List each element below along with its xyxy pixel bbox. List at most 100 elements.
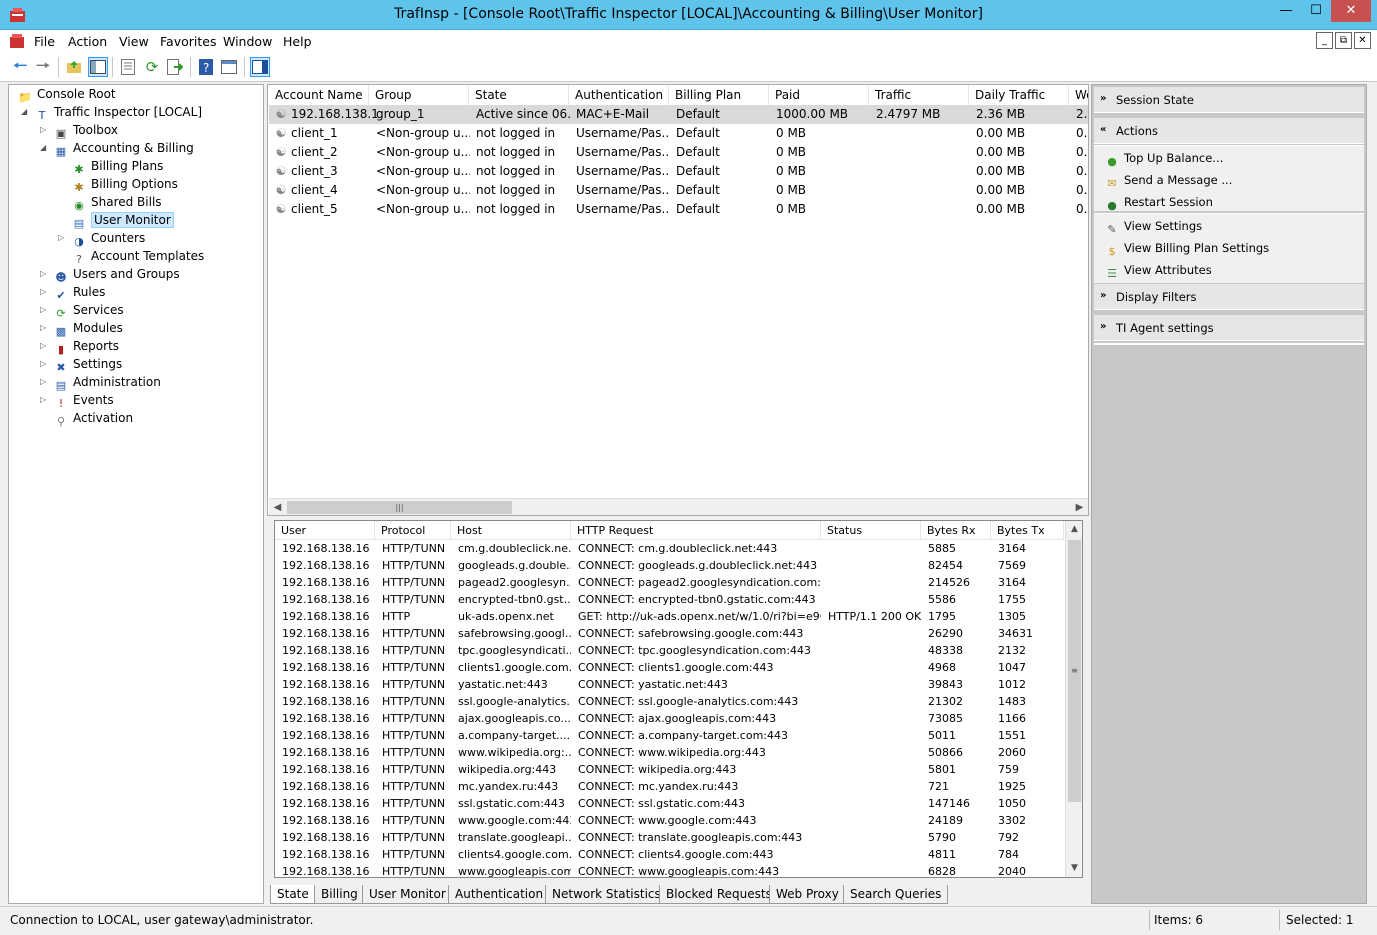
table-row[interactable]: 192.168.138.16 HTTP/TUNN clients1.google.c…	[275, 659, 1065, 676]
tab-state[interactable]: State	[270, 885, 316, 904]
menu-action[interactable]: Action	[68, 34, 107, 49]
table-row[interactable]: 192.168.138.16 HTTP uk-ads.openx.net GET: h…	[275, 608, 1065, 625]
table-row[interactable]: 192.168.138.16 HTTP/TUNN clients4.google.c…	[275, 846, 1065, 863]
expand-arrow-icon[interactable]: ▷	[40, 391, 50, 409]
show-hide-tree-icon[interactable]	[88, 57, 108, 77]
scroll-right-icon[interactable]: ▶	[1071, 499, 1088, 515]
table-row[interactable]: 192.168.138.16 HTTP/TUNN www.wikipedia.org…	[275, 744, 1065, 761]
tree-node-user-monitor[interactable]: ▤ User Monitor	[71, 211, 174, 230]
tree-node-counters[interactable]: ▷ ◑ Counters	[58, 229, 145, 248]
column-header[interactable]: Group	[369, 85, 469, 105]
action-send-a-message[interactable]: ✉ Send a Message ...	[1104, 170, 1232, 190]
table-row[interactable]: 192.168.138.16 HTTP/TUNN www.google.com:44…	[275, 812, 1065, 829]
table-row[interactable]: 192.168.138.16 HTTP/TUNN a.company-target.…	[275, 727, 1065, 744]
tree-node-modules[interactable]: ▷ ▩ Modules	[40, 319, 123, 338]
table-row[interactable]: 192.168.138.16 HTTP/TUNN translate.googlea…	[275, 829, 1065, 846]
expand-arrow-icon[interactable]: ▷	[40, 301, 50, 319]
export-list-icon[interactable]	[165, 57, 185, 77]
tree-node-accounting-billing[interactable]: ◢ ▦ Accounting & Billing	[40, 139, 194, 158]
section-display-filters[interactable]: » Display Filters	[1094, 284, 1364, 310]
up-folder-icon[interactable]	[64, 57, 84, 77]
menu-file[interactable]: File	[34, 34, 55, 49]
action-view-billing-plan-settings[interactable]: $ View Billing Plan Settings	[1104, 238, 1270, 258]
tree-node-toolbox[interactable]: ▷ ▣ Toolbox	[40, 121, 118, 140]
action-restart-session[interactable]: ● Restart Session	[1104, 192, 1213, 212]
table-row[interactable]: 192.168.138.16 HTTP/TUNN safebrowsing.goog…	[275, 625, 1065, 642]
table-row[interactable]: 192.168.138.16 HTTP/TUNN wikipedia.org:443…	[275, 761, 1065, 778]
column-header[interactable]: Billing Plan	[669, 85, 769, 105]
collapse-arrow-icon[interactable]: ◢	[40, 139, 50, 157]
tab-billing[interactable]: Billing	[314, 885, 365, 904]
console-icon[interactable]	[9, 33, 25, 49]
tree-node-reports[interactable]: ▷ ▮ Reports	[40, 337, 119, 356]
new-window-icon[interactable]	[219, 57, 239, 77]
table-row[interactable]: 192.168.138.16 HTTP/TUNN yastatic.net:443 C…	[275, 676, 1065, 693]
tree-node-traffic-inspector-local[interactable]: ◢ T Traffic Inspector [LOCAL]	[21, 103, 202, 122]
column-header[interactable]: Host	[451, 521, 571, 540]
table-row[interactable]: ☯ client_1 <Non-group u... not logged in Use…	[269, 124, 1088, 143]
column-header[interactable]: Bytes Rx	[921, 521, 991, 540]
expand-arrow-icon[interactable]: ▷	[40, 319, 50, 337]
mdi-close-button[interactable]: ✕	[1354, 32, 1371, 49]
action-view-attributes[interactable]: ☰ View Attributes	[1104, 260, 1212, 280]
scroll-down-icon[interactable]: ▼	[1066, 860, 1082, 877]
mdi-minimize-button[interactable]: _	[1316, 32, 1333, 49]
table-row[interactable]: 192.168.138.16 HTTP/TUNN pagead2.googlesyn…	[275, 574, 1065, 591]
tab-user-monitor[interactable]: User Monitor	[362, 885, 453, 904]
column-header[interactable]: Daily Traffic	[969, 85, 1069, 105]
menu-help[interactable]: Help	[283, 34, 312, 49]
horizontal-scrollbar[interactable]: ◀ ||| ▶	[269, 498, 1088, 515]
tree-node-services[interactable]: ▷ ⟳ Services	[40, 301, 124, 320]
column-header[interactable]: Account Name	[269, 85, 369, 105]
scroll-up-icon[interactable]: ▲	[1066, 521, 1082, 538]
help-icon[interactable]: ?	[196, 57, 216, 77]
refresh-icon[interactable]: ⟳	[142, 57, 162, 77]
menu-window[interactable]: Window	[223, 34, 272, 49]
section-actions[interactable]: «Actions	[1094, 118, 1364, 144]
tree-node-billing-plans[interactable]: ✱ Billing Plans	[71, 157, 163, 176]
expand-arrow-icon[interactable]: ▷	[40, 265, 50, 283]
menu-view[interactable]: View	[119, 34, 149, 49]
tree-node-billing-options[interactable]: ✱ Billing Options	[71, 175, 178, 194]
scroll-left-icon[interactable]: ◀	[269, 499, 286, 515]
column-header[interactable]: HTTP Request	[571, 521, 821, 540]
table-row[interactable]: 192.168.138.16 HTTP/TUNN mc.yandex.ru:443 C…	[275, 778, 1065, 795]
table-row[interactable]: 192.168.138.16 HTTP/TUNN ssl.google-analyt…	[275, 693, 1065, 710]
expand-arrow-icon[interactable]: ▷	[58, 229, 68, 247]
section-session-state[interactable]: » Session State	[1094, 87, 1364, 113]
scroll-thumb[interactable]: ≡	[1068, 540, 1081, 802]
column-header[interactable]: Traffic	[869, 85, 969, 105]
table-row[interactable]: ☯ client_3 <Non-group u... not logged in Use…	[269, 162, 1088, 181]
tab-blocked-requests[interactable]: Blocked Requests	[659, 885, 779, 904]
action-pane-icon[interactable]	[250, 57, 270, 77]
expand-arrow-icon[interactable]: ▷	[40, 121, 50, 139]
section-ti-agent-settings[interactable]: » TI Agent settings	[1094, 315, 1364, 341]
table-row[interactable]: 192.168.138.16 HTTP/TUNN ssl.gstatic.com:4…	[275, 795, 1065, 812]
tree-node-console-root[interactable]: 📁 Console Root	[17, 85, 116, 104]
menu-favorites[interactable]: Favorites	[160, 34, 216, 49]
expand-arrow-icon[interactable]: ▷	[40, 283, 50, 301]
tree-node-activation[interactable]: ⚲ Activation	[53, 409, 133, 428]
tree-node-events[interactable]: ▷! Events	[40, 391, 114, 410]
forward-arrow-icon[interactable]: 🠖	[33, 56, 53, 77]
expand-arrow-icon[interactable]: ▷	[40, 373, 50, 391]
table-row[interactable]: 192.168.138.16 HTTP/TUNN cm.g.doubleclick.…	[275, 540, 1065, 557]
action-top-up-balance[interactable]: ● Top Up Balance...	[1104, 148, 1223, 168]
back-arrow-icon[interactable]: 🠔	[10, 56, 30, 77]
tab-web-proxy[interactable]: Web Proxy	[769, 885, 846, 904]
column-header[interactable]: Status	[821, 521, 921, 540]
close-button[interactable]: ✕	[1331, 0, 1371, 22]
column-header[interactable]: We	[1069, 85, 1088, 105]
column-header[interactable]: Authentication	[569, 85, 669, 105]
table-row[interactable]: ☯ client_4 <Non-group u... not logged in Use…	[269, 181, 1088, 200]
tab-network-statistics[interactable]: Network Statistics	[545, 885, 668, 904]
minimize-button[interactable]: —	[1271, 0, 1301, 22]
tree-node-administration[interactable]: ▷ ▤ Administration	[40, 373, 161, 392]
tree-node-settings[interactable]: ▷ ✖ Settings	[40, 355, 122, 374]
column-header[interactable]: Protocol	[375, 521, 451, 540]
tab-authentication[interactable]: Authentication	[448, 885, 551, 904]
collapse-arrow-icon[interactable]: ◢	[21, 103, 31, 121]
table-row[interactable]: ☯ client_2 <Non-group u... not logged in Use…	[269, 143, 1088, 162]
properties-icon[interactable]	[118, 57, 138, 77]
tree-node-shared-bills[interactable]: ◉ Shared Bills	[71, 193, 161, 212]
